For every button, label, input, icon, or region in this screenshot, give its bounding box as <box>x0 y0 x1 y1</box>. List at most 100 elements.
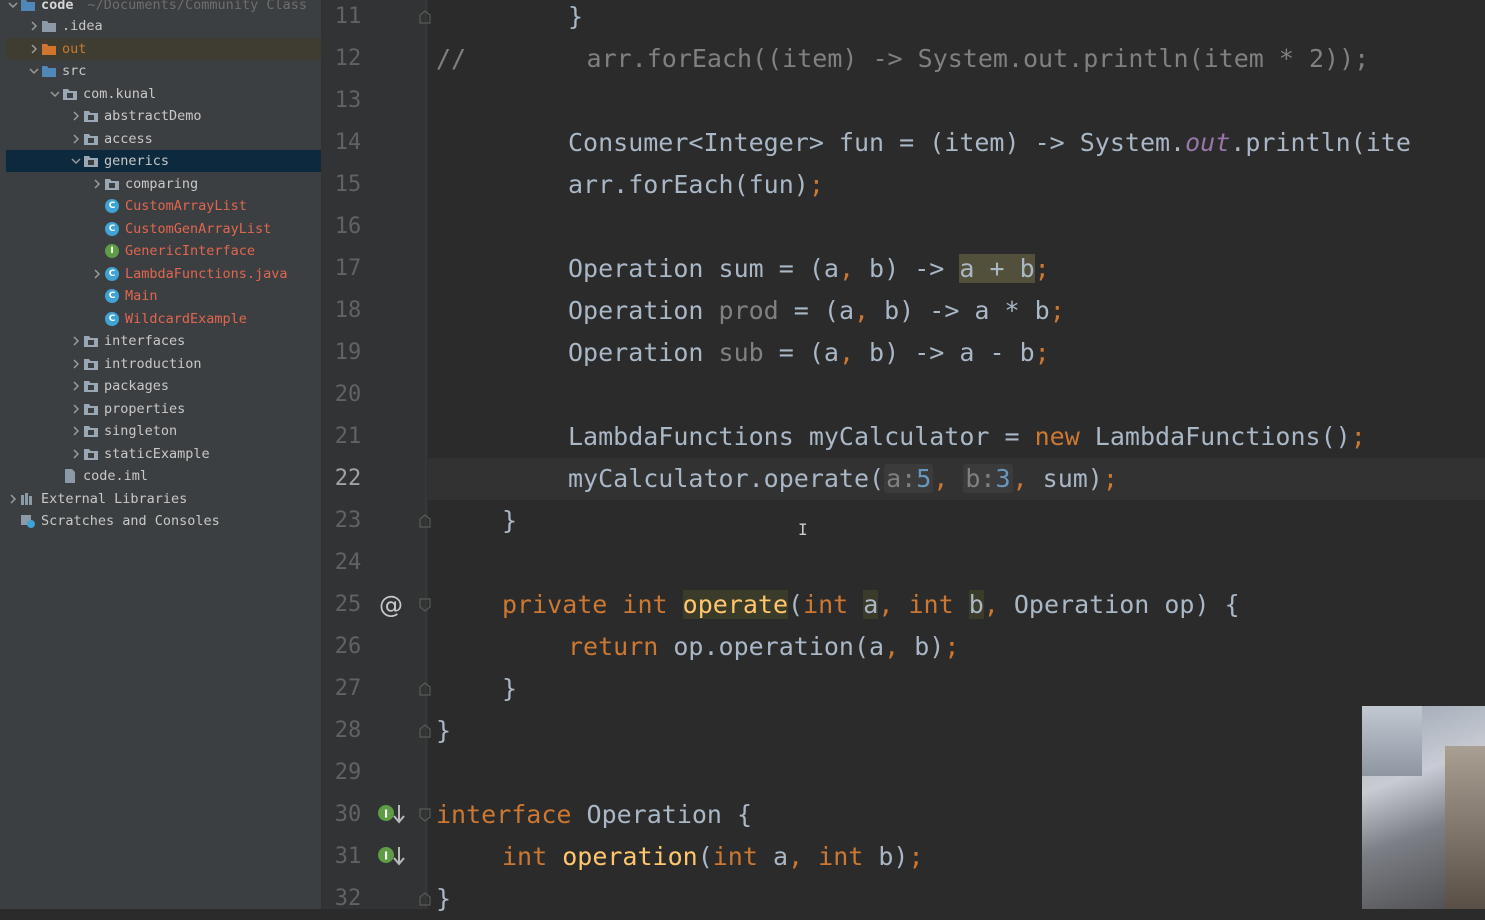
chevron-right-icon[interactable] <box>90 178 104 189</box>
tree-item[interactable]: generics <box>6 150 322 172</box>
class-icon: C <box>104 198 120 214</box>
line-number[interactable]: 17 <box>322 248 374 290</box>
chevron-down-icon[interactable] <box>69 156 83 166</box>
tree-item[interactable]: C WildcardExample <box>6 308 322 330</box>
tree-item[interactable]: access <box>6 128 322 150</box>
chevron-right-icon[interactable] <box>69 133 83 144</box>
code-line-19[interactable]: Operation sub = (a, b) -> a - b; <box>428 332 1485 374</box>
code-line-11[interactable]: } <box>428 0 1485 38</box>
chevron-right-icon[interactable] <box>27 21 41 31</box>
tree-item-label: interfaces <box>104 333 186 349</box>
line-number[interactable]: 20 <box>322 374 374 416</box>
code-editor[interactable]: } // arr.forEach((item) -> System.out.pr… <box>428 0 1485 913</box>
code-line-15[interactable]: arr.forEach(fun); <box>428 164 1485 206</box>
chevron-right-icon[interactable] <box>69 358 83 369</box>
code-line-18[interactable]: Operation prod = (a, b) -> a * b; <box>428 290 1485 332</box>
line-number[interactable]: 28 <box>322 710 374 752</box>
code-line-12[interactable]: // arr.forEach((item) -> System.out.prin… <box>428 38 1485 80</box>
selection-highlight: a + b <box>959 254 1035 283</box>
tree-item[interactable]: interfaces <box>6 330 322 352</box>
chevron-down-icon[interactable] <box>27 66 41 76</box>
tree-item-label: src <box>62 63 87 79</box>
tree-item[interactable]: abstractDemo <box>6 105 322 127</box>
line-number[interactable]: 26 <box>322 626 374 668</box>
line-number[interactable]: 13 <box>322 80 374 122</box>
code-line-28[interactable]: } <box>428 710 1485 752</box>
tree-item[interactable]: comparing <box>6 173 322 195</box>
line-number[interactable]: 14 <box>322 122 374 164</box>
code-line-17[interactable]: Operation sum = (a, b) -> a + b; <box>428 248 1485 290</box>
chevron-right-icon[interactable] <box>69 403 83 414</box>
line-number[interactable]: 11 <box>322 0 374 38</box>
tree-item[interactable]: C LambdaFunctions.java <box>6 263 322 285</box>
line-number[interactable]: 27 <box>322 668 374 710</box>
tree-item[interactable]: introduction <box>6 353 322 375</box>
code-line-26[interactable]: return op.operation(a, b); <box>428 626 1485 668</box>
line-number[interactable]: 19 <box>322 332 374 374</box>
code-line-21[interactable]: LambdaFunctions myCalculator = new Lambd… <box>428 416 1485 458</box>
line-number[interactable]: 23 <box>322 500 374 542</box>
code-line-22[interactable]: myCalculator.operate(a:5, b:3, sum); <box>428 458 1485 500</box>
chevron-right-icon[interactable] <box>6 493 20 504</box>
tree-item-label: CustomGenArrayList <box>125 220 272 237</box>
package-icon <box>104 176 120 192</box>
tree-item[interactable]: out <box>6 37 322 60</box>
chevron-right-icon[interactable] <box>69 336 83 346</box>
chevron-right-icon[interactable] <box>69 111 83 121</box>
override-at-icon[interactable]: @ <box>378 584 404 626</box>
line-number[interactable]: 22 <box>322 458 374 500</box>
tree-item[interactable]: C CustomGenArrayList <box>6 218 322 240</box>
line-number[interactable]: 30 <box>322 794 374 836</box>
code-line-14[interactable]: Consumer<Integer> fun = (item) -> System… <box>428 122 1485 164</box>
code-line-31[interactable]: int operation(int a, int b); <box>428 836 1485 878</box>
tree-item[interactable]: singleton <box>6 420 322 442</box>
tree-item[interactable]: code.iml <box>6 465 322 487</box>
code-line-32[interactable]: } <box>428 878 1485 920</box>
tree-item[interactable]: properties <box>6 398 322 420</box>
line-number[interactable]: 15 <box>322 164 374 206</box>
chevron-right-icon[interactable] <box>69 426 83 436</box>
module-folder-icon <box>20 0 36 13</box>
line-number[interactable]: 16 <box>322 206 374 248</box>
chevron-down-icon[interactable] <box>6 0 20 10</box>
class-icon: C <box>104 288 120 304</box>
chevron-down-icon[interactable] <box>48 89 62 99</box>
tree-item-label: out <box>62 40 87 57</box>
tree-item[interactable]: C Main <box>6 285 322 307</box>
line-number[interactable]: 18 <box>322 290 374 332</box>
code-line-25[interactable]: private int operate(int a, int b, Operat… <box>428 584 1485 626</box>
package-icon <box>83 108 99 124</box>
line-number[interactable]: 24 <box>322 542 374 584</box>
chevron-right-icon[interactable] <box>69 448 83 459</box>
line-number[interactable]: 29 <box>322 752 374 794</box>
code-line-30[interactable]: interface Operation { <box>428 794 1485 836</box>
tree-item[interactable]: com.kunal <box>6 83 322 105</box>
implemented-method-icon[interactable]: I <box>374 836 406 878</box>
tree-item[interactable]: packages <box>6 375 322 397</box>
code-line-23[interactable]: } <box>428 500 1485 542</box>
tree-item[interactable]: External Libraries <box>6 488 322 510</box>
line-number[interactable]: 25 <box>322 584 374 626</box>
code-line-27[interactable]: } <box>428 668 1485 710</box>
tree-item[interactable]: Scratches and Consoles <box>6 510 322 532</box>
project-tree-panel: code ~/Documents/Community Class .idea ou… <box>0 0 322 909</box>
chevron-right-icon[interactable] <box>90 268 104 279</box>
tree-root-code[interactable]: code ~/Documents/Community Class <box>6 0 322 16</box>
package-icon <box>83 378 99 394</box>
tree-item[interactable]: src <box>6 60 322 82</box>
scratches-icon <box>20 513 36 529</box>
chevron-right-icon[interactable] <box>27 43 41 54</box>
implemented-interface-icon[interactable]: I <box>374 794 406 836</box>
chevron-right-icon[interactable] <box>69 381 83 391</box>
tree-item[interactable]: C CustomArrayList <box>6 195 322 217</box>
tree-item-label: properties <box>104 400 186 417</box>
tree-item[interactable]: I GenericInterface <box>6 240 322 262</box>
method-usage-highlight: operate <box>682 590 788 619</box>
tree-item[interactable]: staticExample <box>6 443 322 465</box>
line-number[interactable]: 32 <box>322 878 374 920</box>
tree-item[interactable]: .idea <box>6 15 322 37</box>
line-number[interactable]: 12 <box>322 38 374 80</box>
line-number[interactable]: 21 <box>322 416 374 458</box>
param-hint-a: a:5 <box>884 464 934 493</box>
line-number[interactable]: 31 <box>322 836 374 878</box>
